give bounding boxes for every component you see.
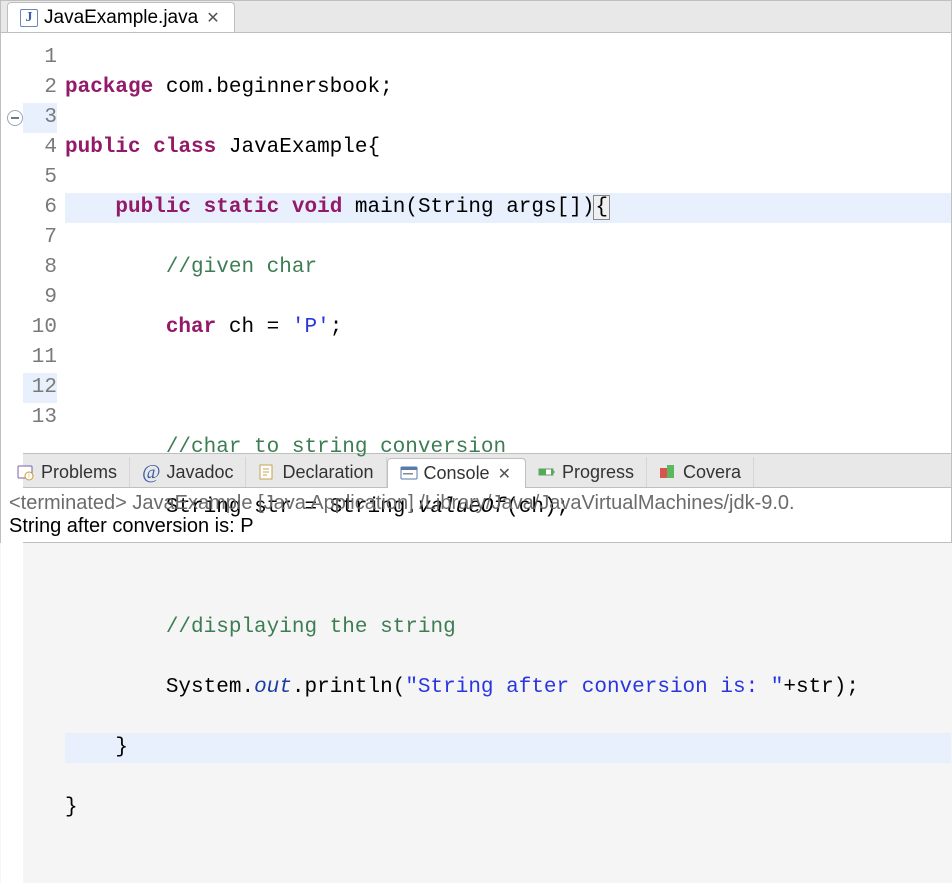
- fold-toggle-icon[interactable]: [7, 110, 23, 126]
- coverage-icon: [659, 463, 677, 481]
- file-tab-javaexample[interactable]: J JavaExample.java ✕: [7, 2, 235, 32]
- declaration-icon: [258, 463, 276, 481]
- tab-progress[interactable]: Progress: [526, 457, 647, 487]
- tab-problems[interactable]: ! Problems: [5, 457, 130, 487]
- console-icon: [400, 465, 418, 483]
- close-icon[interactable]: ✕: [496, 464, 513, 484]
- file-tab-label: JavaExample.java: [44, 7, 198, 29]
- tab-declaration[interactable]: Declaration: [246, 457, 386, 487]
- editor-tabbar: J JavaExample.java ✕: [1, 1, 951, 33]
- tab-console[interactable]: Console ✕: [387, 458, 526, 488]
- progress-icon: [538, 463, 556, 481]
- javadoc-icon: @: [142, 461, 160, 484]
- close-icon[interactable]: ✕: [204, 8, 221, 28]
- java-file-icon: J: [20, 9, 38, 27]
- editor-panel: J JavaExample.java ✕ 1 2 3 4 5 6: [0, 0, 952, 454]
- tab-javadoc[interactable]: @ Javadoc: [130, 457, 246, 487]
- problems-icon: !: [17, 463, 35, 481]
- tab-coverage[interactable]: Covera: [647, 457, 754, 487]
